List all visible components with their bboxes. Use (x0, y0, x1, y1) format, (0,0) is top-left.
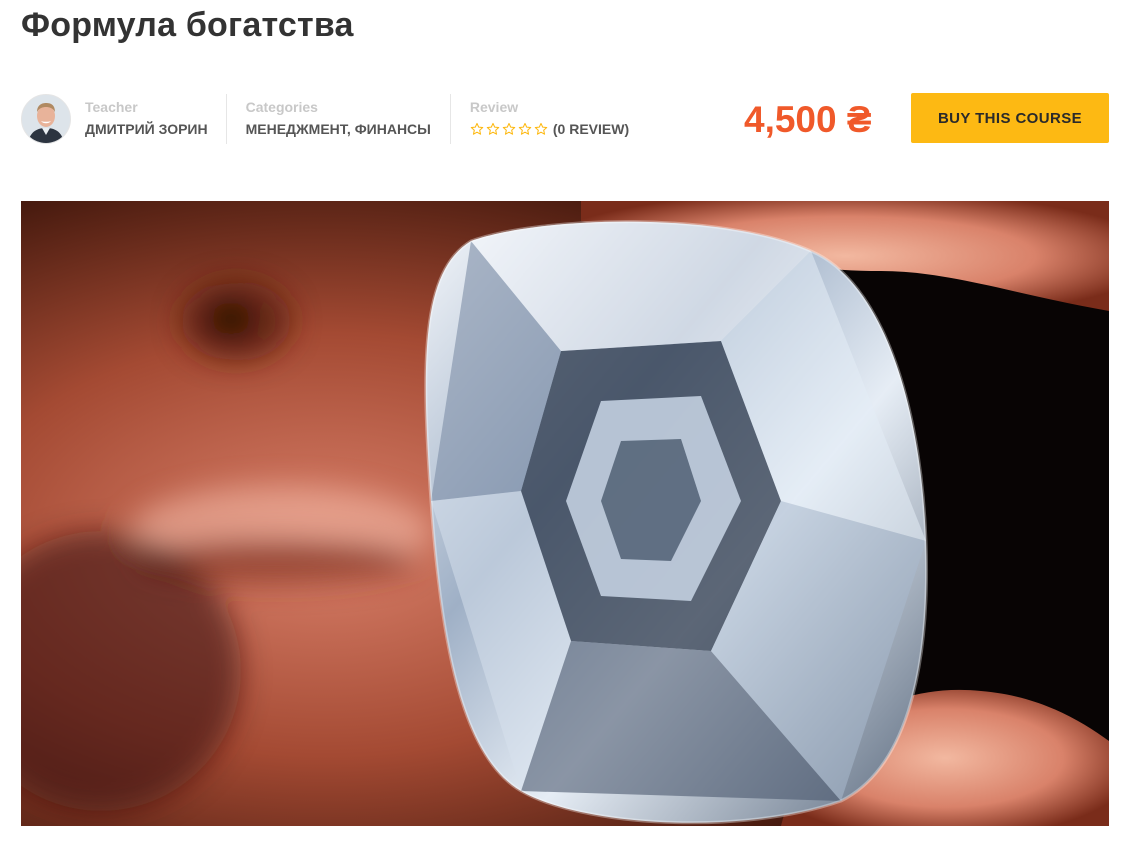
rating-stars (470, 122, 548, 136)
review-block: Review (0 REVIEW) (451, 94, 629, 144)
teacher-avatar[interactable] (21, 94, 71, 144)
categories-label: Categories (245, 99, 318, 115)
review-label: Review (469, 99, 519, 115)
star-outline-icon (518, 122, 532, 135)
teacher-label: Teacher (85, 99, 138, 115)
teacher-block: Teacher ДМИТРИЙ ЗОРИН (85, 94, 227, 144)
course-price: 4,500 ₴ (744, 99, 872, 140)
star-outline-icon (470, 122, 484, 135)
review-count: (0 REVIEW) (552, 121, 630, 137)
star-outline-icon (534, 122, 548, 135)
buy-course-button[interactable]: BUY THIS COURSE (911, 93, 1109, 143)
course-hero-image (21, 201, 1109, 826)
teacher-name-link[interactable]: ДМИТРИЙ ЗОРИН (85, 118, 208, 140)
categories-block: Categories МЕНЕДЖМЕНТ, ФИНАНСЫ (227, 94, 451, 144)
course-title: Формула богатства (21, 6, 354, 44)
star-outline-icon (502, 122, 516, 135)
diamond-hero-photo (21, 201, 1109, 826)
course-meta-bar: Teacher ДМИТРИЙ ЗОРИН Categories МЕНЕДЖМ… (21, 93, 629, 145)
teacher-avatar-image (22, 95, 70, 143)
categories-links[interactable]: МЕНЕДЖМЕНТ, ФИНАНСЫ (246, 118, 431, 140)
star-outline-icon (486, 122, 500, 135)
